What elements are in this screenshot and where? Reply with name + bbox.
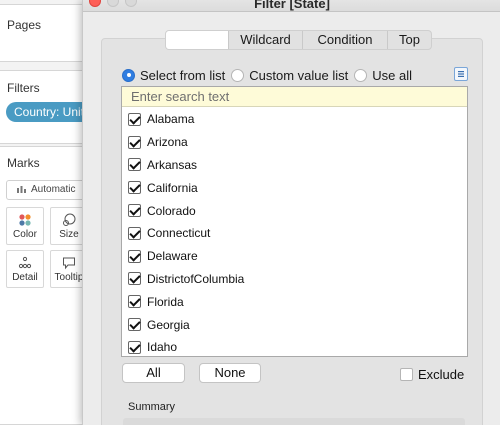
- list-options-icon: [458, 71, 464, 77]
- exclude-label: Exclude: [418, 367, 465, 382]
- none-button[interactable]: None: [199, 363, 261, 383]
- list-item[interactable]: Florida: [122, 290, 467, 313]
- all-button[interactable]: All: [122, 363, 185, 383]
- dialog-title: Filter [State]: [254, 0, 330, 11]
- radio-selected-indicator: [122, 68, 135, 82]
- item-checkbox[interactable]: [128, 204, 141, 218]
- filter-dialog: Filter [State] Wildcard Condition Top Se…: [82, 0, 500, 425]
- list-item[interactable]: Georgia: [122, 313, 467, 336]
- summary-panel: [123, 418, 465, 425]
- item-checkbox[interactable]: [128, 295, 141, 309]
- list-item[interactable]: Connecticut: [122, 222, 467, 245]
- item-label: Idaho: [147, 340, 178, 355]
- dialog-titlebar: Filter [State]: [83, 0, 500, 12]
- detail-mark-button[interactable]: Detail: [6, 250, 44, 288]
- item-checkbox[interactable]: [128, 181, 141, 195]
- list-item[interactable]: Delaware: [122, 245, 467, 268]
- detail-icon: [18, 256, 32, 269]
- item-checkbox[interactable]: [128, 158, 141, 172]
- tab-wildcard[interactable]: Wildcard: [228, 31, 302, 49]
- filters-title: Filters: [7, 81, 40, 95]
- select-from-list-radio[interactable]: Select from list: [122, 68, 225, 83]
- item-label: DistrictofColumbia: [147, 271, 245, 286]
- use-all-radio[interactable]: Use all: [354, 68, 412, 83]
- item-label: Delaware: [147, 249, 198, 264]
- detail-mark-label: Detail: [12, 272, 38, 283]
- values-list: Alabama Arizona Arkansas California Colorado…: [122, 108, 467, 359]
- item-label: Georgia: [147, 317, 190, 332]
- exclude-checkbox-box: [400, 368, 413, 381]
- tab-condition[interactable]: Condition: [302, 31, 387, 49]
- tab-general[interactable]: [166, 31, 228, 49]
- color-mark-button[interactable]: Color: [6, 207, 44, 245]
- use-all-label: Use all: [372, 67, 412, 83]
- radio-indicator: [354, 68, 368, 82]
- exclude-checkbox[interactable]: Exclude: [400, 367, 464, 382]
- marks-type-label: Automatic: [31, 184, 76, 195]
- item-checkbox[interactable]: [128, 318, 141, 332]
- search-input[interactable]: [122, 87, 467, 107]
- item-checkbox[interactable]: [128, 135, 141, 149]
- select-from-list-label: Select from list: [140, 67, 226, 83]
- color-dots-icon: [19, 214, 31, 226]
- item-checkbox[interactable]: [128, 340, 141, 354]
- list-item[interactable]: Idaho: [122, 336, 467, 359]
- list-options-button[interactable]: [454, 67, 468, 81]
- item-label: Arizona: [147, 135, 188, 150]
- size-icon: [63, 213, 76, 226]
- filter-tabs: Wildcard Condition Top: [165, 30, 432, 50]
- color-mark-label: Color: [13, 229, 37, 240]
- custom-value-list-radio[interactable]: Custom value list: [231, 68, 348, 83]
- radio-indicator: [231, 68, 245, 82]
- item-label: Florida: [147, 294, 184, 309]
- summary-heading: Summary: [128, 401, 176, 413]
- tooltip-icon: [63, 257, 75, 270]
- item-checkbox[interactable]: [128, 226, 141, 240]
- item-checkbox[interactable]: [128, 272, 141, 286]
- list-item[interactable]: California: [122, 176, 467, 199]
- values-listbox: Alabama Arizona Arkansas California Colorado…: [121, 86, 468, 357]
- list-item[interactable]: Arizona: [122, 131, 467, 154]
- item-label: Connecticut: [147, 226, 211, 241]
- item-label: Arkansas: [147, 157, 198, 172]
- tab-top[interactable]: Top: [387, 31, 431, 49]
- list-item[interactable]: Colorado: [122, 199, 467, 222]
- item-label: Alabama: [147, 112, 195, 127]
- custom-value-list-label: Custom value list: [249, 67, 349, 83]
- bar-chart-icon: [17, 186, 26, 194]
- list-item[interactable]: Arkansas: [122, 154, 467, 177]
- item-checkbox[interactable]: [128, 249, 141, 263]
- item-label: California: [147, 180, 198, 195]
- pages-title: Pages: [7, 18, 42, 32]
- selection-mode-group: Select from list Custom value list Use a…: [122, 67, 418, 83]
- list-item[interactable]: Alabama: [122, 108, 467, 131]
- list-item[interactable]: DistrictofColumbia: [122, 268, 467, 291]
- item-label: Colorado: [147, 203, 196, 218]
- item-checkbox[interactable]: [128, 112, 141, 126]
- marks-title: Marks: [7, 156, 40, 170]
